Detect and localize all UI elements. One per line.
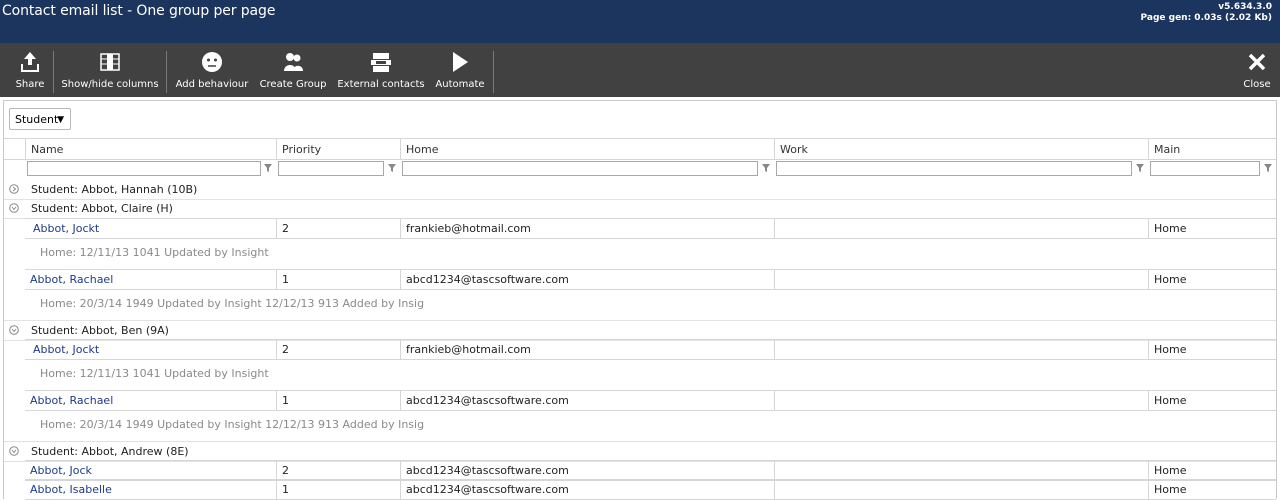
work-cell <box>774 219 1148 238</box>
filter-row <box>4 159 1276 180</box>
home-cell: abcd1234@tascsoftware.com <box>400 270 774 289</box>
home-filter-input[interactable] <box>402 161 758 176</box>
group-header-row[interactable]: Student: Abbot, Claire (H) <box>4 199 1276 219</box>
table-row[interactable]: Abbot, Jockt 2 frankieb@hotmail.com Home <box>25 218 1276 239</box>
columns-icon <box>60 50 160 74</box>
automate-button[interactable]: Automate <box>432 43 488 97</box>
collapse-icon[interactable] <box>9 446 19 456</box>
priority-cell: 2 <box>276 461 400 480</box>
contact-name-link[interactable]: Abbot, Jockt <box>25 219 276 238</box>
expand-icon[interactable] <box>9 184 19 194</box>
table-row[interactable]: Abbot, Rachael 1 abcd1234@tascsoftware.c… <box>25 269 1276 290</box>
external-contacts-button[interactable]: External contacts <box>337 43 425 97</box>
add-behaviour-button[interactable]: Add behaviour <box>173 43 251 97</box>
toolbar: Share Show/hide columns Add behaviour Cr… <box>0 43 1280 97</box>
home-cell: frankieb@hotmail.com <box>400 340 774 359</box>
column-header-main[interactable]: Main <box>1148 139 1276 159</box>
contact-name-link[interactable]: Abbot, Jockt <box>25 340 276 359</box>
close-button[interactable]: Close <box>1238 43 1276 97</box>
row-note: Home: 20/3/14 1949 Updated by Insight 12… <box>40 418 425 431</box>
table-row[interactable]: Abbot, Isabelle 1 abcd1234@tascsoftware.… <box>25 479 1276 500</box>
main-cell: Home <box>1148 480 1276 499</box>
filter-icon[interactable] <box>761 163 771 173</box>
main-cell: Home <box>1148 219 1276 238</box>
toolbar-separator <box>493 51 494 93</box>
home-cell: abcd1234@tascsoftware.com <box>400 480 774 499</box>
priority-cell: 1 <box>276 480 400 499</box>
home-cell: frankieb@hotmail.com <box>400 219 774 238</box>
contact-name-link[interactable]: Abbot, Jock <box>25 461 276 480</box>
show-hide-columns-button[interactable]: Show/hide columns <box>60 43 160 97</box>
title-bar: Contact email list - One group per page … <box>0 0 1280 43</box>
create-group-button[interactable]: Create Group <box>258 43 328 97</box>
main-cell: Home <box>1148 461 1276 480</box>
priority-filter-input[interactable] <box>278 161 384 176</box>
face-icon <box>173 50 251 74</box>
page-gen-label: Page gen: 0.03s (2.02 Kb) <box>1140 13 1272 23</box>
column-header-work[interactable]: Work <box>774 139 1148 159</box>
filter-icon[interactable] <box>1135 163 1145 173</box>
row-note: Home: 12/11/13 1041 Updated by Insight <box>40 367 269 380</box>
main-cell: Home <box>1148 391 1276 410</box>
table-row[interactable]: Abbot, Jockt 2 frankieb@hotmail.com Home <box>25 339 1276 360</box>
contact-name-link[interactable]: Abbot, Rachael <box>25 391 276 410</box>
column-header-home[interactable]: Home <box>400 139 774 159</box>
version-label: v5.634.3.0 <box>1218 2 1272 12</box>
close-icon <box>1238 50 1276 74</box>
work-cell <box>774 270 1148 289</box>
group-header-row[interactable]: Student: Abbot, Hannah (10B) <box>4 180 1276 200</box>
group-icon <box>258 50 328 74</box>
group-by-dropdown[interactable]: Student ▼ <box>9 108 71 130</box>
priority-cell: 1 <box>276 270 400 289</box>
filter-icon[interactable] <box>387 163 397 173</box>
filter-icon[interactable] <box>263 163 273 173</box>
share-button[interactable]: Share <box>8 43 52 97</box>
page-title: Contact email list - One group per page <box>2 3 276 19</box>
table-row[interactable]: Abbot, Rachael 1 abcd1234@tascsoftware.c… <box>25 390 1276 411</box>
filter-icon[interactable] <box>1263 163 1273 173</box>
priority-cell: 2 <box>276 340 400 359</box>
main-cell: Home <box>1148 270 1276 289</box>
column-header-name[interactable]: Name <box>25 139 276 159</box>
share-icon <box>8 50 52 74</box>
toolbar-separator <box>53 51 54 93</box>
collapse-icon[interactable] <box>9 325 19 335</box>
main-filter-input[interactable] <box>1150 161 1260 176</box>
work-filter-input[interactable] <box>776 161 1132 176</box>
row-note: Home: 20/3/14 1949 Updated by Insight 12… <box>40 297 425 310</box>
contacts-icon <box>337 50 425 74</box>
play-icon <box>432 50 488 74</box>
group-header-row[interactable]: Student: Abbot, Ben (9A) <box>4 320 1276 341</box>
version-info: v5.634.3.0 Page gen: 0.03s (2.02 Kb) <box>1141 2 1272 24</box>
priority-cell: 2 <box>276 219 400 238</box>
group-header-row[interactable]: Student: Abbot, Andrew (8E) <box>4 441 1276 462</box>
work-cell <box>774 340 1148 359</box>
contact-grid-panel: Student ▼ Name Priority Home Work Main S… <box>3 100 1277 500</box>
work-cell <box>774 480 1148 499</box>
main-cell: Home <box>1148 340 1276 359</box>
contact-name-link[interactable]: Abbot, Rachael <box>25 270 276 289</box>
table-row[interactable]: Abbot, Jock 2 abcd1234@tascsoftware.com … <box>25 460 1276 481</box>
work-cell <box>774 461 1148 480</box>
chevron-down-icon: ▼ <box>57 115 64 125</box>
grid-header-row: Name Priority Home Work Main <box>4 138 1276 160</box>
name-filter-input[interactable] <box>27 161 261 176</box>
column-header-priority[interactable]: Priority <box>276 139 400 159</box>
home-cell: abcd1234@tascsoftware.com <box>400 391 774 410</box>
collapse-icon[interactable] <box>9 203 19 213</box>
priority-cell: 1 <box>276 391 400 410</box>
toolbar-separator <box>166 51 167 93</box>
row-note: Home: 12/11/13 1041 Updated by Insight <box>40 246 269 259</box>
contact-name-link[interactable]: Abbot, Isabelle <box>25 480 276 499</box>
work-cell <box>774 391 1148 410</box>
home-cell: abcd1234@tascsoftware.com <box>400 461 774 480</box>
